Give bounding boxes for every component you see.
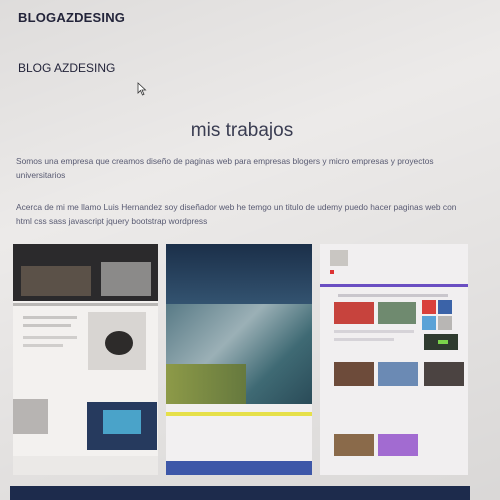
blog-name-link[interactable]: BLOG AZDESING [18,61,115,75]
thumbnail-gap [166,404,312,412]
thumbnail-widget-button [438,340,448,344]
thumbnail-purple-bar [320,284,468,287]
portfolio-item-3[interactable] [320,244,468,475]
thumbnail-social-icon [438,300,452,314]
thumbnail-card-image [424,362,464,386]
thumbnail-social-icon [422,316,436,330]
thumbnail-card-image [378,302,416,324]
thumbnail-camera-lens [105,331,133,355]
site-brand[interactable]: BLOGAZDESING [18,10,125,25]
thumbnail-hero-detail [21,266,91,296]
thumbnail-card-image [334,302,374,324]
thumbnail-red-dot [330,270,334,274]
thumbnail-card-image [378,362,418,386]
thumbnail-landscape-grass [166,364,246,404]
bottom-banner [10,486,470,500]
thumbnail-logo [330,250,348,266]
intro-paragraph: Somos una empresa que creamos diseño de … [16,156,434,180]
thumbnail-social-icon [422,300,436,314]
thumbnail-content [166,416,312,461]
thumbnail-text-line [334,338,394,341]
about-paragraph: Acerca de mi me llamo Luis Hernandez soy… [16,202,457,226]
thumbnail-laptop-screen [103,410,141,434]
thumbnail-product-image [13,399,48,434]
thumbnail-card-image [334,434,374,456]
thumbnail-nav-line [338,294,448,297]
page-title: mis trabajos [190,120,294,141]
thumbnail-divider [13,303,158,306]
thumbnail-text-line [23,344,63,347]
thumbnail-card-image [334,362,374,386]
thumbnail-text-line [23,316,77,319]
thumbnail-hero-detail [101,262,151,296]
thumbnail-card-image [378,434,418,456]
mouse-pointer-icon [137,82,147,96]
thumbnail-blue-footer [166,461,312,475]
thumbnail-text-line [23,336,77,339]
thumbnail-text-line [23,324,71,327]
thumbnail-social-icon [438,316,452,330]
thumbnail-text-line [334,330,414,333]
portfolio-item-2[interactable] [166,244,312,475]
portfolio-item-1[interactable] [13,244,158,475]
thumbnail-footer [13,456,158,475]
